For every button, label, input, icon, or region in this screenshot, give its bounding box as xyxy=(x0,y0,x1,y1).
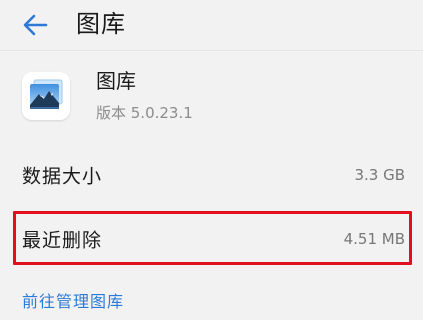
page-title: 图库 xyxy=(76,10,126,38)
app-version: 版本 5.0.23.1 xyxy=(96,104,193,122)
manage-gallery-link[interactable]: 前往管理图库 xyxy=(22,290,124,314)
data-size-row: 数据大小 3.3 GB xyxy=(0,147,423,203)
gallery-storage-screen: 图库 图库 版本 5.0.23.1 数据大小 3.3 GB 最近删除 4.51 … xyxy=(0,0,423,320)
gallery-app-icon xyxy=(22,72,70,120)
data-size-value: 3.3 GB xyxy=(354,166,405,184)
arrow-left-icon xyxy=(23,14,48,36)
app-name: 图库 xyxy=(96,69,136,93)
header-divider xyxy=(0,50,423,51)
data-size-label: 数据大小 xyxy=(22,165,103,188)
header-bar: 图库 xyxy=(0,0,423,50)
app-info-row: 图库 版本 5.0.23.1 xyxy=(0,56,423,136)
highlight-annotation-box xyxy=(13,211,412,265)
back-button[interactable] xyxy=(18,7,54,43)
